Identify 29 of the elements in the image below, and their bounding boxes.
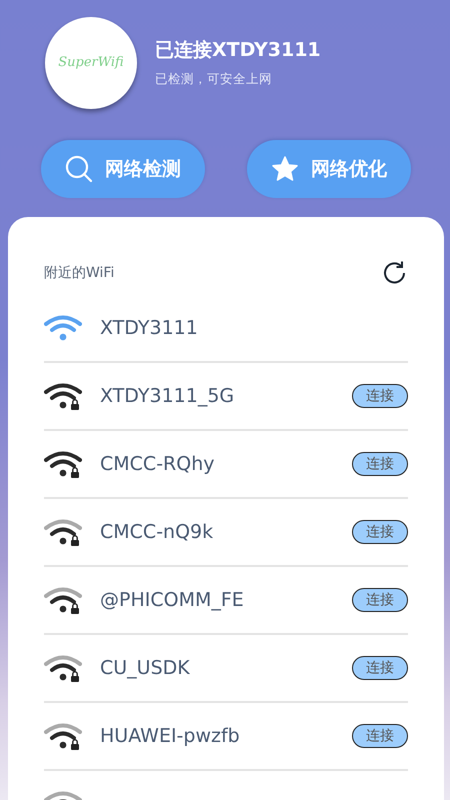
connection-status: 已检测，可安全上网 — [155, 71, 273, 88]
locked-wifi-icon — [44, 653, 82, 683]
connect-button[interactable]: 连接 — [352, 656, 408, 680]
locked-wifi-icon — [44, 721, 82, 751]
wifi-icon — [44, 313, 82, 343]
network-optimize-button[interactable]: 网络优化 — [247, 140, 411, 198]
connect-button[interactable]: 连接 — [352, 724, 408, 748]
connect-button[interactable]: 连接 — [352, 520, 408, 544]
locked-wifi-icon — [44, 585, 82, 615]
wifi-name[interactable]: CMCC-RQhy — [100, 453, 352, 475]
connect-button[interactable]: 连接 — [352, 452, 408, 476]
locked-wifi-icon — [44, 517, 82, 547]
wifi-name[interactable]: XTDY3111_5G — [100, 385, 352, 407]
network-check-button[interactable]: 网络检测 — [41, 140, 205, 198]
wifi-name[interactable]: CMCC-nQ9k — [100, 521, 352, 543]
star-icon — [271, 155, 299, 183]
refresh-icon[interactable] — [382, 260, 408, 286]
connection-title: 已连接XTDY3111 — [155, 38, 321, 63]
wifi-name[interactable]: XTDY3111 — [100, 317, 408, 339]
locked-wifi-icon — [44, 381, 82, 411]
wifi-name[interactable]: HUAWEI-pwzfb — [100, 725, 352, 747]
wifi-name[interactable]: CU_USDK — [100, 657, 352, 679]
wifi-name[interactable]: @PHICOMM_FE — [100, 589, 352, 611]
locked-wifi-icon — [44, 449, 82, 479]
search-icon — [65, 155, 93, 183]
logo-text: SuperWifi — [58, 55, 124, 70]
section-title: 附近的WiFi — [44, 264, 114, 282]
connect-button[interactable]: 连接 — [352, 588, 408, 612]
connect-button[interactable]: 连接 — [352, 384, 408, 408]
